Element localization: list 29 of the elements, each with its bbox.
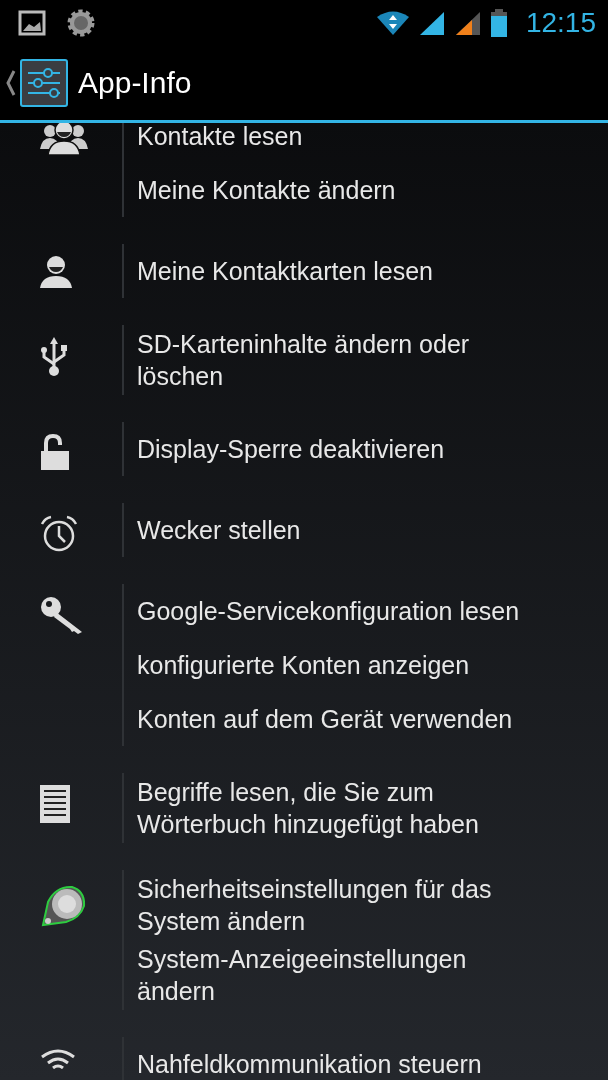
wifi-icon	[375, 10, 410, 36]
people-icon	[40, 123, 88, 155]
settings-icon	[20, 59, 68, 107]
usb-icon	[40, 337, 68, 377]
back-caret-icon	[6, 69, 16, 97]
permission-label: System-Anzeigeeinstellungen ändern	[137, 944, 468, 1007]
alarm-clock-icon	[40, 515, 78, 553]
permission-label: Nahfeldkommunikation steuern	[137, 1049, 482, 1080]
battery-icon	[489, 9, 508, 37]
screen-title: App-Info	[78, 66, 192, 100]
permission-label: Meine Kontaktkarten lesen	[137, 256, 433, 287]
permission-label: konfigurierte Konten anzeigen	[137, 650, 470, 681]
permission-label: Wecker stellen	[137, 515, 301, 546]
permission-label: Google-Servicekonfiguration lesen	[137, 596, 520, 627]
permission-label: Sicherheitseinstellungen für das System ändern	[137, 874, 493, 937]
wireless-icon	[40, 1049, 76, 1069]
key-icon	[40, 596, 84, 634]
open-padlock-icon	[40, 434, 70, 470]
permission-label: Konten auf dem Gerät verwenden	[137, 704, 513, 735]
gallery-icon	[18, 10, 48, 36]
permission-label: Begriffe lesen, die Sie zum Wörterbuch hinzugefügt haben	[137, 777, 480, 840]
permission-label: SD-Karteninhalte ändern oder löschen	[137, 329, 471, 392]
permission-label: Display-Sperre deaktivieren	[137, 434, 445, 465]
gear-icon	[66, 8, 96, 38]
permission-label: Meine Kontakte ändern	[137, 175, 396, 206]
clock: 12:15	[525, 7, 596, 39]
document-icon	[40, 785, 70, 823]
person-icon	[40, 256, 72, 288]
permission-label: Kontakte lesen	[137, 123, 303, 152]
